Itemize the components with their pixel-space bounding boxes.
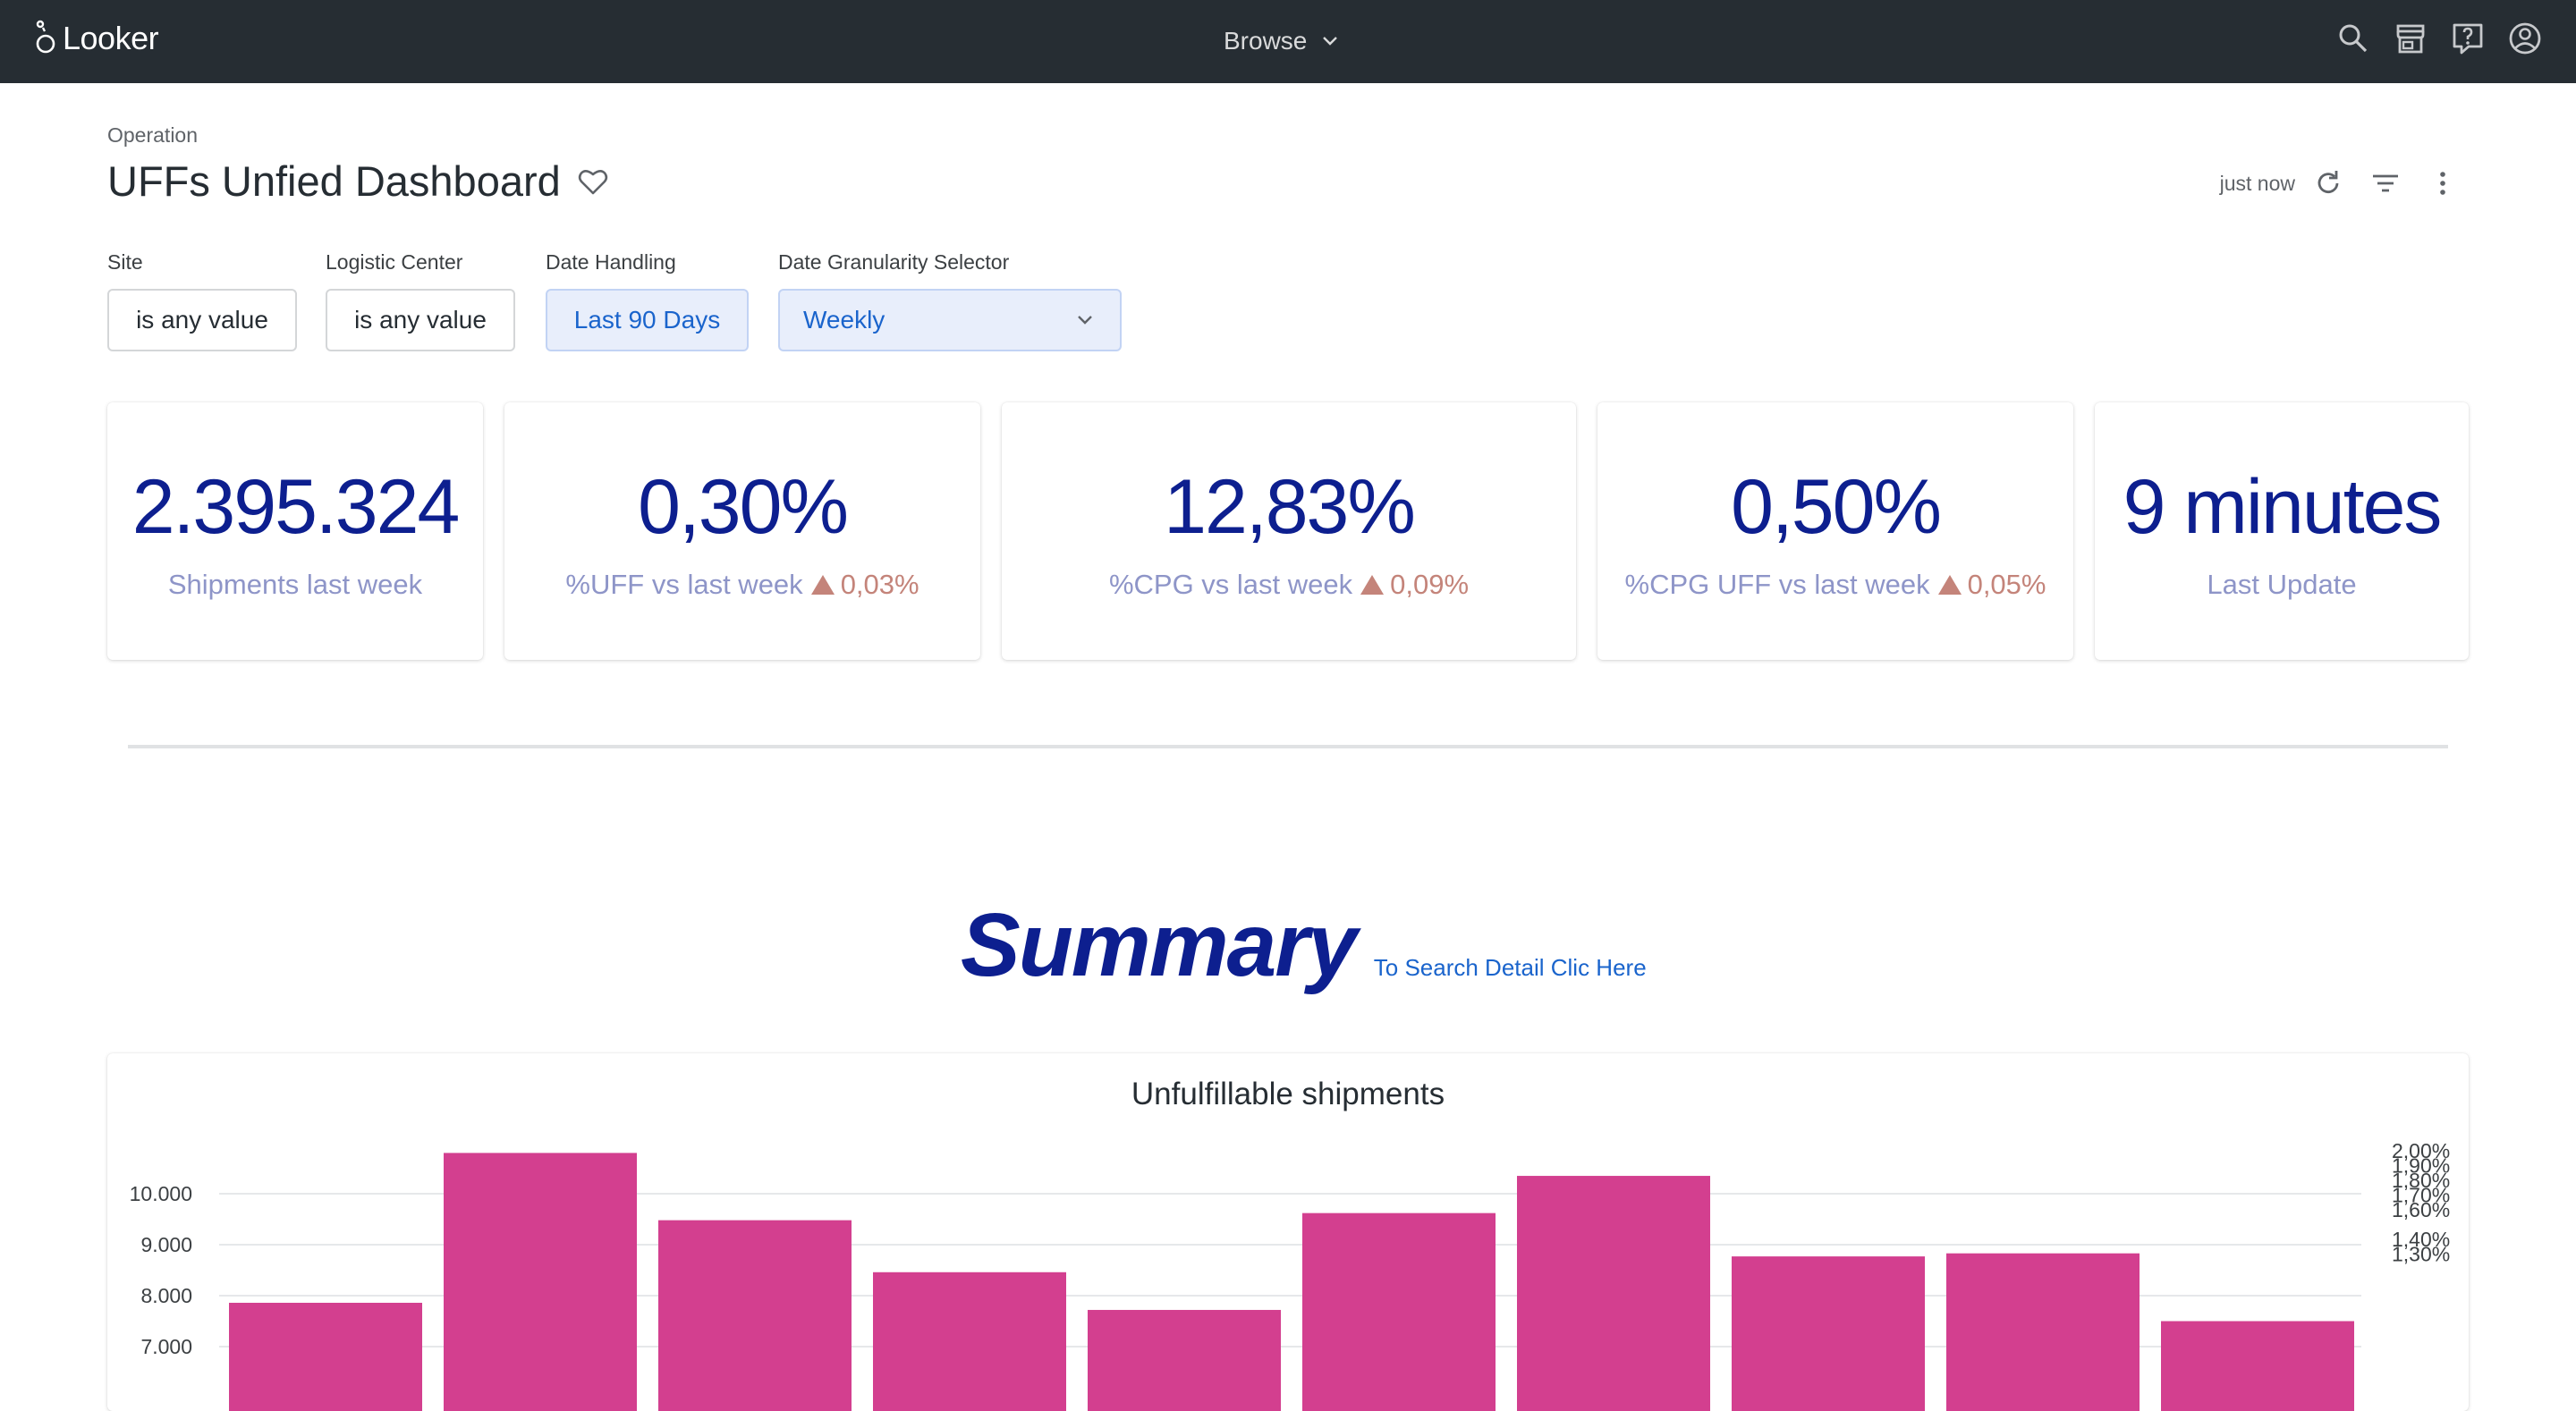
chevron-down-icon: [1073, 308, 1097, 332]
kpi-value: 12,83%: [1164, 469, 1414, 545]
more-vert-icon: [2428, 168, 2458, 199]
filter-label: Site: [107, 250, 297, 275]
kpi-value: 0,30%: [638, 469, 847, 545]
unfulfillable-shipments-chart-card[interactable]: Unfulfillable shipments 10.0009.0008.000…: [107, 1053, 2469, 1411]
kpi-delta: 0,05%: [1937, 569, 2046, 601]
section-divider: [128, 745, 2448, 748]
filter-logistic-center: Logistic Center is any value: [326, 250, 515, 351]
filter-date-handling-input[interactable]: Last 90 Days: [546, 289, 749, 351]
filter-date-handling: Date Handling Last 90 Days: [546, 250, 749, 351]
top-navigation-bar: Looker Browse: [0, 0, 2576, 83]
kpi-tile-uff[interactable]: 0,30% %UFF vs last week 0,03%: [504, 402, 980, 660]
refresh-icon: [2313, 168, 2343, 199]
chart-bar[interactable]: [444, 1153, 637, 1411]
bar-chart: 10.0009.0008.0007.0002,00%1,90%1,80%1,70…: [107, 1053, 2469, 1411]
kpi-label-text: Shipments last week: [168, 569, 422, 601]
kpi-delta-value: 0,05%: [1968, 569, 2046, 601]
filter-label: Date Granularity Selector: [778, 250, 1122, 275]
selected-value: Weekly: [803, 306, 885, 334]
kpi-value: 2.395.324: [132, 469, 459, 545]
looker-logo[interactable]: Looker: [32, 16, 158, 61]
page-title: UFFs Unfied Dashboard: [107, 156, 561, 206]
kpi-tile-last-update[interactable]: 9 minutes Last Update: [2095, 402, 2469, 660]
breadcrumb-folder[interactable]: Operation: [107, 123, 198, 148]
search-button[interactable]: [2334, 20, 2372, 57]
marketplace-icon: [2393, 21, 2428, 56]
triangle-up-icon: [1360, 573, 1385, 596]
y2-axis-tick-label: 1,30%: [2392, 1243, 2450, 1266]
kpi-label: Last Update: [2207, 569, 2356, 601]
last-refreshed-text: just now: [2220, 172, 2295, 196]
kpi-tile-shipments[interactable]: 2.395.324 Shipments last week: [107, 402, 483, 660]
kpi-delta: 0,03%: [810, 569, 919, 601]
y-axis-tick-label: 7.000: [140, 1335, 192, 1358]
chart-bar[interactable]: [1088, 1310, 1281, 1411]
search-icon: [2335, 21, 2371, 56]
account-icon: [2507, 21, 2543, 56]
y-axis-tick-label: 9.000: [140, 1233, 192, 1256]
filter-logistic-center-input[interactable]: is any value: [326, 289, 515, 351]
kpi-tile-cpg-uff[interactable]: 0,50% %CPG UFF vs last week 0,05%: [1597, 402, 2073, 660]
chart-bar[interactable]: [1732, 1256, 1925, 1411]
help-button[interactable]: [2449, 20, 2487, 57]
kpi-label-text: %CPG vs last week: [1109, 569, 1352, 601]
y-axis-tick-label: 8.000: [140, 1284, 192, 1307]
kpi-label: %UFF vs last week 0,03%: [565, 569, 919, 601]
kpi-label: Shipments last week: [168, 569, 422, 601]
kpi-delta-value: 0,09%: [1390, 569, 1469, 601]
chart-bar[interactable]: [1302, 1213, 1496, 1411]
kpi-delta-value: 0,03%: [841, 569, 919, 601]
filter-date-granularity: Date Granularity Selector Weekly: [778, 250, 1122, 351]
kpi-label-text: %CPG UFF vs last week: [1625, 569, 1930, 601]
filters-toggle-button[interactable]: [2368, 166, 2402, 200]
summary-heading: Summary: [961, 894, 1356, 997]
account-button[interactable]: [2506, 20, 2544, 57]
chart-bar[interactable]: [2161, 1322, 2354, 1411]
browse-label: Browse: [1224, 27, 1307, 55]
chart-bar[interactable]: [1946, 1254, 2140, 1411]
triangle-up-icon: [1937, 573, 1962, 596]
kpi-tile-cpg[interactable]: 12,83% %CPG vs last week 0,09%: [1002, 402, 1576, 660]
kpi-value: 0,50%: [1731, 469, 1940, 545]
filter-label: Logistic Center: [326, 250, 515, 275]
help-icon: [2450, 21, 2486, 56]
y-axis-tick-label: 10.000: [130, 1182, 192, 1205]
refresh-button[interactable]: [2311, 166, 2345, 200]
kpi-label-text: %UFF vs last week: [565, 569, 802, 601]
y2-axis-tick-label: 1,60%: [2392, 1198, 2450, 1221]
chart-bar[interactable]: [658, 1221, 852, 1411]
kpi-label: %CPG UFF vs last week 0,05%: [1625, 569, 2046, 601]
app-name: Looker: [63, 20, 158, 57]
browse-menu[interactable]: Browse: [1224, 21, 1341, 61]
kpi-label: %CPG vs last week 0,09%: [1109, 569, 1469, 601]
filter-date-granularity-select[interactable]: Weekly: [778, 289, 1122, 351]
favorite-heart-icon[interactable]: [577, 165, 609, 198]
looker-logo-icon: [32, 19, 59, 58]
filter-site-input[interactable]: is any value: [107, 289, 297, 351]
chevron-down-icon: [1319, 30, 1341, 52]
kpi-delta: 0,09%: [1360, 569, 1469, 601]
search-detail-link[interactable]: To Search Detail Clic Here: [1374, 954, 1647, 982]
chart-bar[interactable]: [1517, 1176, 1710, 1411]
kpi-label-text: Last Update: [2207, 569, 2356, 601]
filter-label: Date Handling: [546, 250, 749, 275]
chart-bar[interactable]: [229, 1303, 422, 1411]
triangle-up-icon: [810, 573, 835, 596]
chart-bar[interactable]: [873, 1272, 1066, 1411]
kpi-value: 9 minutes: [2123, 469, 2441, 545]
filter-site: Site is any value: [107, 250, 297, 351]
filter-icon: [2370, 168, 2401, 199]
more-options-button[interactable]: [2426, 166, 2460, 200]
marketplace-button[interactable]: [2392, 20, 2429, 57]
